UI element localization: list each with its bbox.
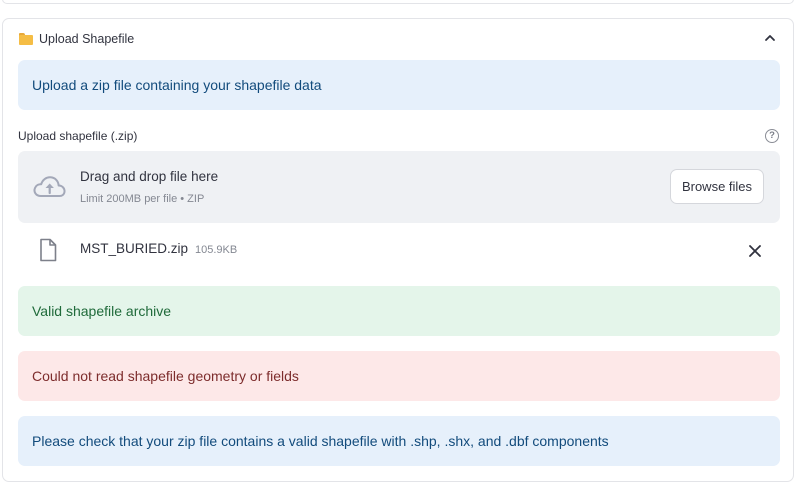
file-icon <box>40 238 57 262</box>
expander-title: Upload Shapefile <box>39 32 135 46</box>
info-alert-text: Upload a zip file containing your shapef… <box>32 77 322 93</box>
dropzone-limit: Limit 200MB per file • ZIP <box>80 193 205 205</box>
hint-alert: Please check that your zip file contains… <box>18 416 780 466</box>
browse-files-button[interactable]: Browse files <box>670 169 764 204</box>
uploader-label: Upload shapefile (.zip) <box>18 129 138 143</box>
chevron-up-icon[interactable] <box>763 31 777 45</box>
file-dropzone[interactable]: Drag and drop file here Limit 200MB per … <box>18 151 780 223</box>
uploaded-file-row: MST_BURIED.zip 105.9KB <box>18 231 780 271</box>
uploaded-file-name: MST_BURIED.zip <box>80 241 189 256</box>
expander-header[interactable]: Upload Shapefile <box>3 19 793 59</box>
close-icon[interactable] <box>748 244 762 258</box>
dropzone-title: Drag and drop file here <box>80 169 219 184</box>
folder-icon <box>19 33 33 45</box>
uploaded-file-size: 105.9KB <box>195 244 238 256</box>
error-alert: Could not read shapefile geometry or fie… <box>18 351 780 401</box>
success-alert: Valid shapefile archive <box>18 286 780 336</box>
info-alert: Upload a zip file containing your shapef… <box>18 60 780 110</box>
success-alert-text: Valid shapefile archive <box>32 303 172 319</box>
help-icon[interactable]: ? <box>765 129 779 143</box>
hint-alert-text: Please check that your zip file contains… <box>32 433 609 449</box>
previous-container-edge <box>2 0 794 4</box>
upload-shapefile-expander: Upload Shapefile Upload a zip file conta… <box>2 18 794 482</box>
cloud-upload-icon <box>33 176 66 197</box>
error-alert-text: Could not read shapefile geometry or fie… <box>32 368 299 384</box>
